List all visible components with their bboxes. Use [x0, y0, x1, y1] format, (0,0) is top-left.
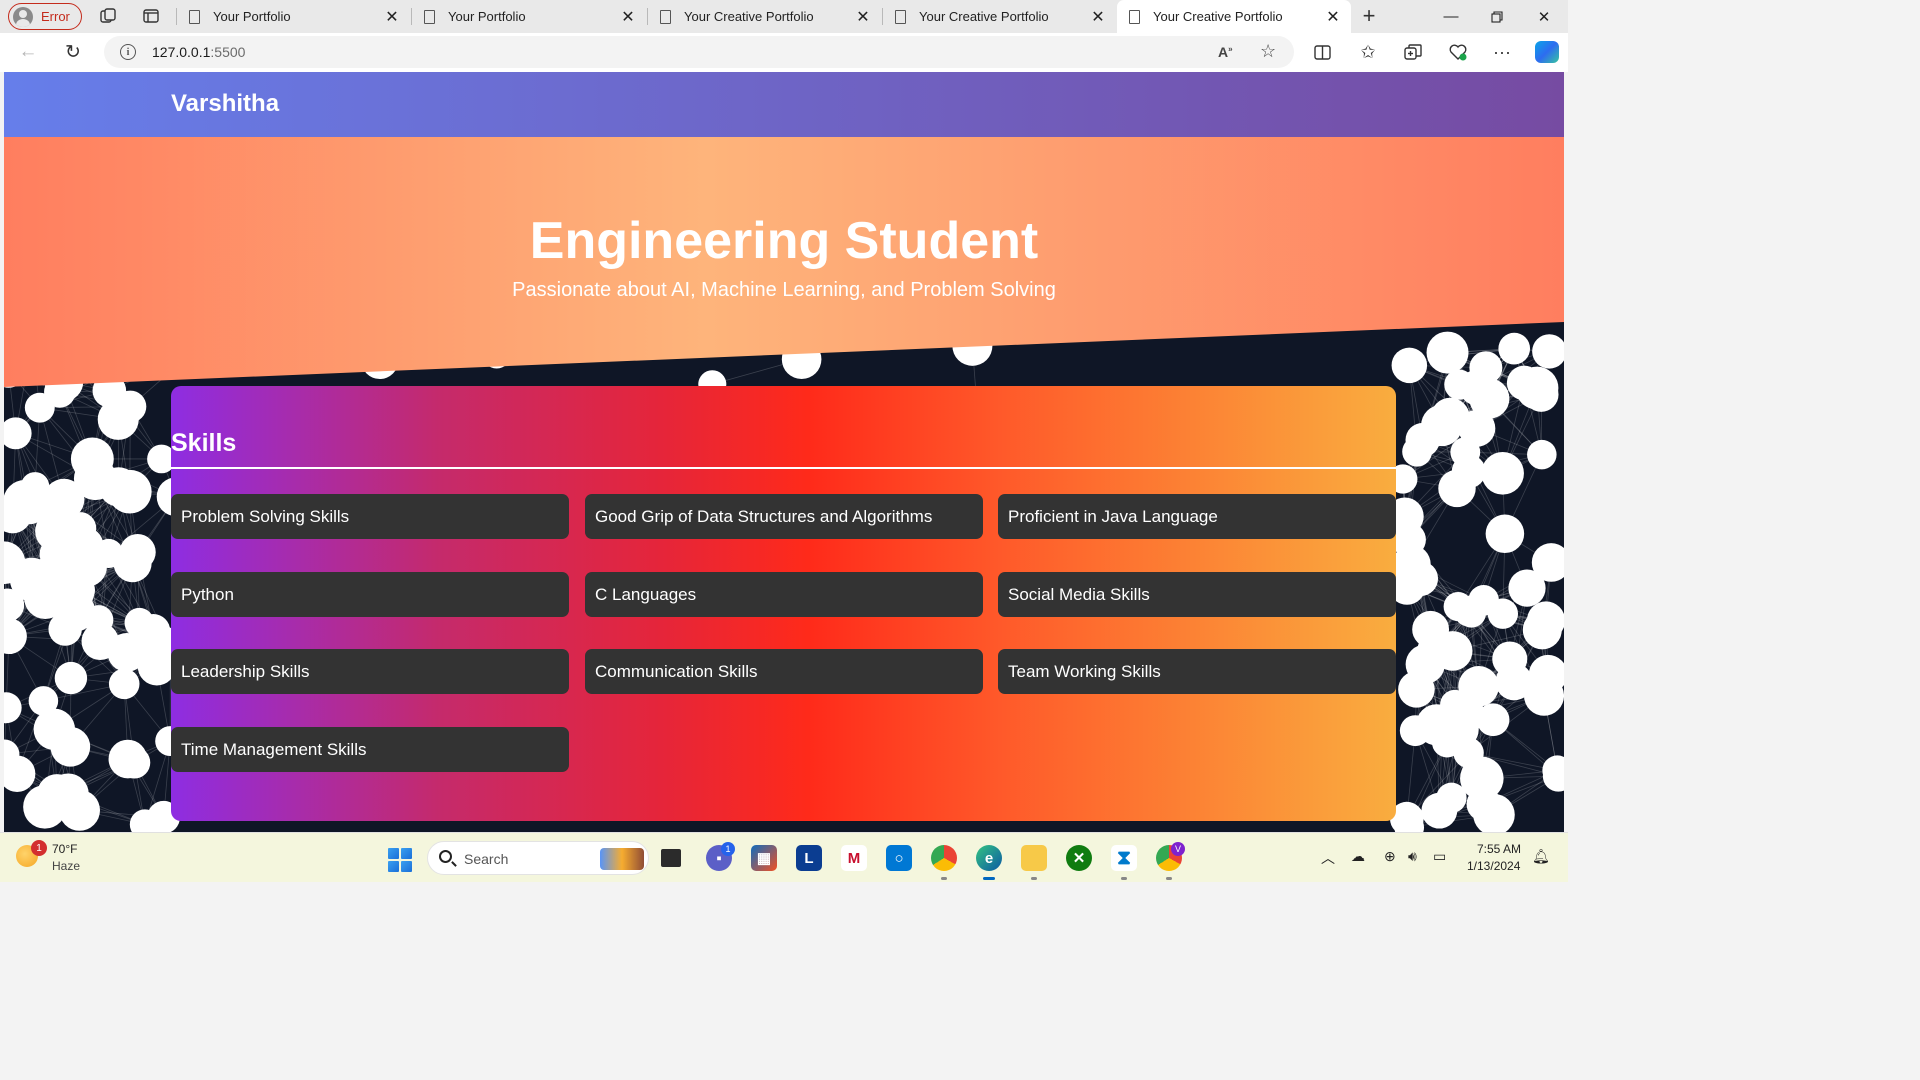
tab-title: Your Portfolio: [448, 9, 526, 24]
browser-tab[interactable]: Your Creative Portfolio ✕: [883, 0, 1116, 33]
back-arrow-icon[interactable]: ←: [17, 41, 39, 63]
url-text: 127.0.0.1:5500: [152, 44, 246, 60]
skill-card: Proficient in Java Language: [998, 494, 1396, 539]
skill-card: C Languages: [585, 572, 983, 617]
search-icon: [439, 850, 452, 863]
copilot-icon[interactable]: [1535, 41, 1559, 63]
browser-tab[interactable]: Your Portfolio ✕: [177, 0, 410, 33]
network-globe-icon[interactable]: ⊕: [1384, 848, 1396, 865]
task-view-icon[interactable]: [661, 849, 681, 867]
chrome-profile-badge: V: [1171, 842, 1185, 856]
vscode-icon[interactable]: ⧗: [1111, 845, 1137, 871]
close-window-button[interactable]: ✕: [1521, 0, 1567, 33]
browser-tab-active[interactable]: Your Creative Portfolio ✕: [1117, 0, 1351, 33]
page-icon: [424, 9, 435, 24]
skill-card: Time Management Skills: [171, 727, 569, 772]
split-screen-icon[interactable]: [1311, 41, 1333, 63]
divider: [171, 467, 1396, 469]
favorites-icon[interactable]: ✩: [1357, 41, 1379, 63]
onedrive-cloud-icon[interactable]: ☁: [1351, 848, 1365, 865]
tab-title: Your Creative Portfolio: [919, 9, 1049, 24]
weather-badge: 1: [31, 840, 47, 856]
hero-title: Engineering Student: [529, 212, 1039, 270]
weather-temperature[interactable]: 70°F: [52, 842, 77, 856]
site-brand[interactable]: Varshitha: [171, 90, 279, 118]
minimize-button[interactable]: —: [1428, 0, 1474, 33]
file-explorer-icon[interactable]: [1021, 845, 1047, 871]
skill-card: Python: [171, 572, 569, 617]
close-tab-icon[interactable]: ✕: [384, 7, 400, 27]
close-tab-icon[interactable]: ✕: [1090, 7, 1106, 27]
skills-section: Skills Problem Solving Skills Good Grip …: [171, 386, 1396, 821]
close-tab-icon[interactable]: ✕: [620, 7, 636, 27]
hero-subtitle: Passionate about AI, Machine Learning, a…: [512, 279, 1056, 301]
new-tab-icon[interactable]: +: [1360, 3, 1378, 28]
site-header: Varshitha: [4, 72, 1564, 137]
tab-title: Your Portfolio: [213, 9, 291, 24]
restore-button[interactable]: [1474, 0, 1520, 33]
collections-icon[interactable]: [1402, 41, 1424, 63]
clock-date[interactable]: 1/13/2024: [1467, 859, 1520, 873]
skills-heading: Skills: [171, 429, 237, 457]
profile-status-label: Error: [41, 9, 70, 24]
clock-time[interactable]: 7:55 AM: [1477, 842, 1521, 856]
windows-start-icon[interactable]: [388, 848, 412, 872]
search-placeholder: Search: [464, 851, 509, 867]
page-icon: [1129, 9, 1140, 24]
browser-tab[interactable]: Your Portfolio ✕: [412, 0, 646, 33]
microsoft-store-icon[interactable]: ▦: [751, 845, 777, 871]
skill-card: Social Media Skills: [998, 572, 1396, 617]
battery-icon[interactable]: ▭: [1433, 848, 1446, 865]
browser-essentials-icon[interactable]: [1447, 41, 1469, 63]
browser-tab[interactable]: Your Creative Portfolio ✕: [648, 0, 881, 33]
volume-icon[interactable]: 🔊︎: [1408, 848, 1417, 865]
vertical-tabs-icon[interactable]: [142, 7, 160, 25]
edge-browser-icon[interactable]: e: [976, 845, 1002, 871]
cortana-icon[interactable]: ○: [886, 845, 912, 871]
skill-card: Team Working Skills: [998, 649, 1396, 694]
skill-card: Communication Skills: [585, 649, 983, 694]
show-hidden-icons-chevron-icon[interactable]: ︿: [1321, 848, 1335, 868]
skill-card: Leadership Skills: [171, 649, 569, 694]
search-highlight-icon: [600, 848, 644, 870]
letter-l-app-icon[interactable]: L: [796, 845, 822, 871]
tab-title: Your Creative Portfolio: [684, 9, 814, 24]
windows-taskbar: 1 70°F Haze Search ▪ 1 ▦ L M ○ e ✕ ⧗ V ︿…: [0, 832, 1568, 882]
more-options-icon[interactable]: ···: [1491, 41, 1513, 63]
profile-button[interactable]: Error: [8, 3, 82, 30]
xbox-icon[interactable]: ✕: [1066, 845, 1092, 871]
tab-title: Your Creative Portfolio: [1153, 9, 1283, 24]
teams-badge: 1: [721, 842, 735, 856]
site-info-icon[interactable]: i: [120, 44, 136, 60]
profile-avatar-icon: [13, 6, 33, 27]
skill-card: Problem Solving Skills: [171, 494, 569, 539]
address-bar[interactable]: i 127.0.0.1:5500 A» ☆: [104, 36, 1294, 68]
favorite-star-icon[interactable]: ☆: [1260, 41, 1276, 62]
taskbar-search-box[interactable]: Search: [427, 841, 649, 875]
close-tab-icon[interactable]: ✕: [855, 7, 871, 27]
page-icon: [189, 9, 200, 24]
read-aloud-icon[interactable]: A»: [1218, 44, 1233, 60]
close-tab-icon[interactable]: ✕: [1325, 7, 1341, 27]
workspaces-icon[interactable]: [99, 7, 117, 25]
skill-card: Good Grip of Data Structures and Algorit…: [585, 494, 983, 539]
mcafee-icon[interactable]: M: [841, 845, 867, 871]
page-viewport: Varshitha Engineering Student Passionate…: [4, 72, 1564, 832]
chrome-icon[interactable]: [931, 845, 957, 871]
notification-bell-icon[interactable]: 🔔︎: [1532, 848, 1550, 865]
page-icon: [895, 9, 906, 24]
page-icon: [660, 9, 671, 24]
refresh-icon[interactable]: ↻: [62, 41, 84, 63]
browser-tab-strip: Error Your Portfolio ✕ Your Portfolio ✕ …: [0, 0, 1568, 33]
weather-condition[interactable]: Haze: [52, 859, 80, 873]
